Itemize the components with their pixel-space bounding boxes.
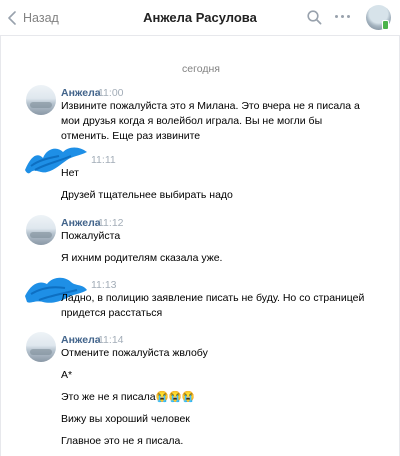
message-time[interactable]: 11:00 bbox=[98, 87, 124, 99]
message-text: Отмените пожалуйста жвлобу bbox=[61, 347, 208, 359]
online-mobile-icon bbox=[382, 20, 389, 30]
message-time[interactable]: 11:13 bbox=[91, 279, 117, 291]
message-text: Я ихним родителям сказала уже. bbox=[61, 252, 223, 264]
message-text: Друзей тщательнее выбирать надо bbox=[61, 189, 233, 201]
message-text: Пожалуйста bbox=[61, 230, 121, 242]
author-name[interactable]: Анжела bbox=[61, 87, 101, 99]
redacted-scribble bbox=[25, 147, 87, 174]
message-text: мои друзья когда я волейбол играла. Вы н… bbox=[61, 115, 323, 127]
message-text: Вижу вы хороший человек bbox=[61, 413, 190, 425]
message-text: Ладно, в полицию заявление писать не буд… bbox=[61, 292, 365, 304]
search-icon[interactable] bbox=[307, 10, 322, 25]
more-icon[interactable] bbox=[335, 15, 350, 18]
author-name[interactable]: Анжела bbox=[61, 334, 101, 346]
message-text: А* bbox=[61, 369, 73, 381]
message-history: сегодня Анжела 11:00 Извините пожалуйста… bbox=[0, 36, 400, 456]
avatar[interactable] bbox=[26, 215, 56, 245]
message-time[interactable]: 11:11 bbox=[91, 154, 116, 166]
message-time[interactable]: 11:14 bbox=[98, 334, 124, 346]
message-text: Это же не я писала😭😭😭 bbox=[61, 391, 195, 403]
message-text: Извините пожалуйста это я Милана. Это вч… bbox=[61, 100, 360, 112]
message-text: придется расстаться bbox=[61, 307, 163, 319]
avatar[interactable] bbox=[26, 85, 56, 115]
message-text: Главное это не я писала. bbox=[61, 435, 184, 447]
message-time[interactable]: 11:12 bbox=[98, 217, 124, 229]
author-name[interactable]: Анжела bbox=[61, 217, 101, 229]
message-text: Нет bbox=[61, 167, 79, 179]
avatar[interactable] bbox=[26, 332, 56, 362]
chat-header: Назад Анжела Расулова bbox=[0, 0, 400, 36]
date-separator: сегодня bbox=[182, 63, 220, 75]
